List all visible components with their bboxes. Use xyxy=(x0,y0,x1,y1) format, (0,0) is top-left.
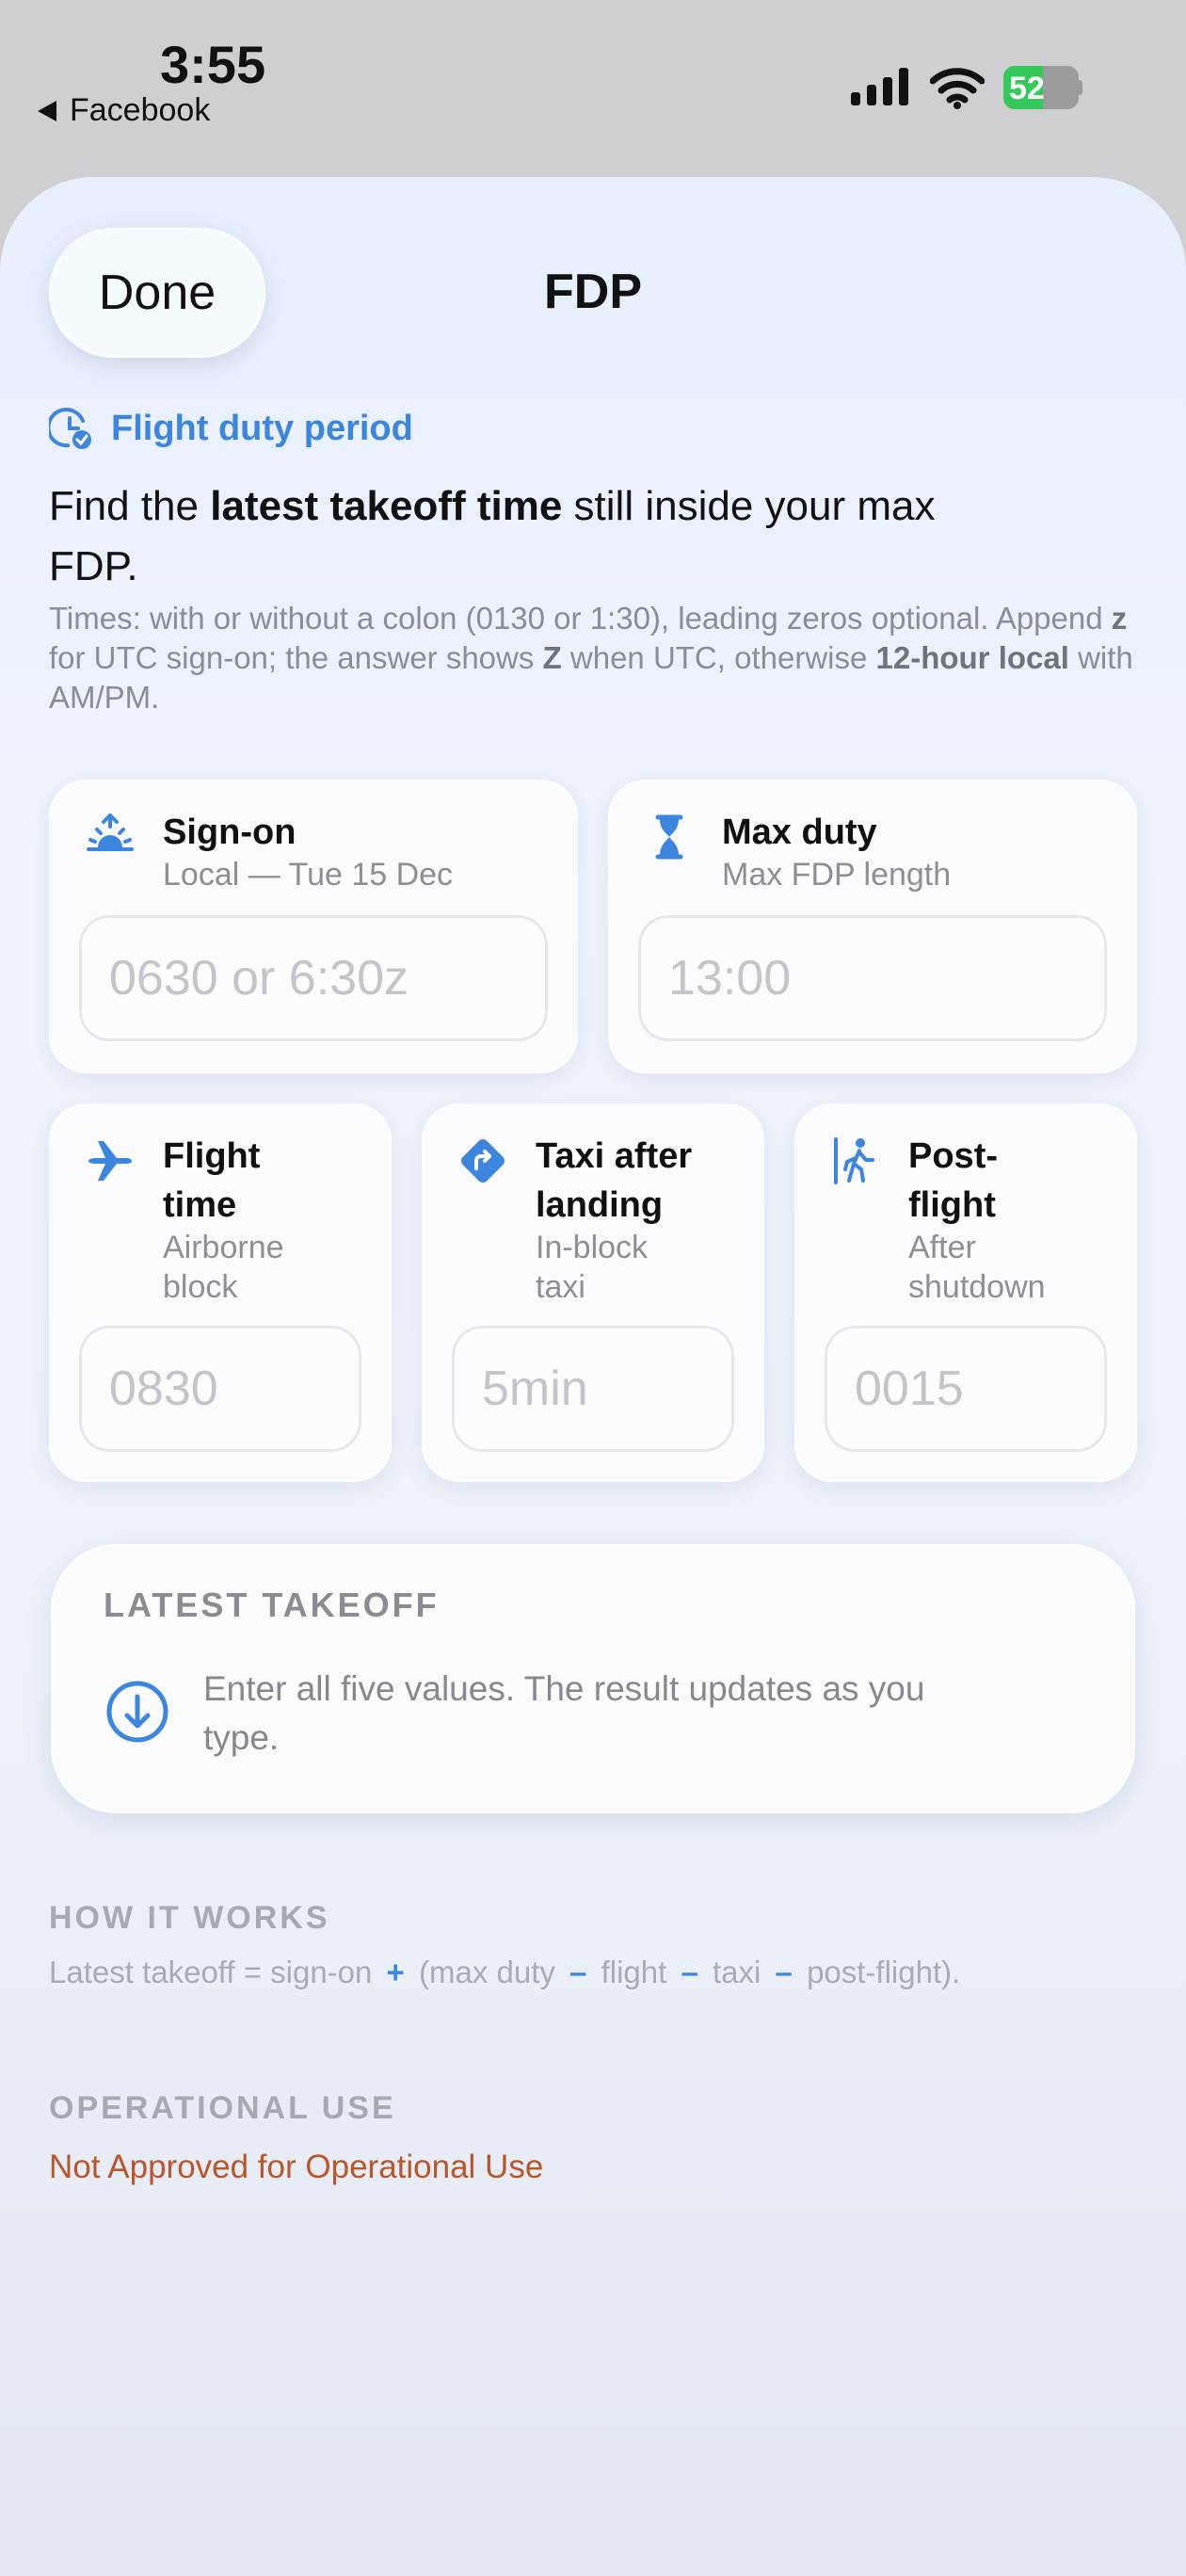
operational-use-label: OPERATIONAL USE xyxy=(49,2090,396,2126)
back-to-app-button[interactable]: Facebook xyxy=(38,92,210,129)
flight-time-input[interactable]: 0830 xyxy=(79,1326,361,1452)
latest-takeoff-result: LATEST TAKEOFF Enter all five values. Th… xyxy=(51,1544,1135,1813)
battery-icon: 52 xyxy=(1003,66,1082,109)
turn-sign-icon xyxy=(461,1139,505,1183)
post-flight-subtitle: After shutdown xyxy=(908,1230,1046,1305)
max-duty-input[interactable]: 13:00 xyxy=(638,915,1107,1041)
arrow-down-circle-icon xyxy=(106,1681,168,1743)
back-app-label: Facebook xyxy=(70,92,211,128)
sunrise-icon xyxy=(87,813,134,851)
flight-time-card: Flight time Airborne block 0830 xyxy=(49,1103,392,1482)
post-flight-card: Post-flight After shutdown 0015 xyxy=(794,1103,1137,1482)
flight-time-subtitle: Airborne block xyxy=(163,1230,284,1305)
back-triangle-icon xyxy=(38,100,56,121)
taxi-input[interactable]: 5min xyxy=(452,1326,734,1452)
fdp-sheet: Done FDP Flight duty period Find the lat… xyxy=(0,177,1186,2576)
cellular-signal-icon xyxy=(851,68,908,105)
clock-check-icon xyxy=(49,408,91,449)
flight-time-title: Flight time xyxy=(163,1136,261,1225)
airplane-icon xyxy=(88,1141,132,1181)
wifi-icon xyxy=(930,68,985,109)
post-flight-title: Post-flight xyxy=(908,1136,998,1225)
result-message: Enter all five values. The result update… xyxy=(203,1669,925,1757)
status-time: 3:55 xyxy=(160,35,266,94)
sign-on-title: Sign-on xyxy=(163,813,296,852)
how-it-works-label: HOW IT WORKS xyxy=(49,1900,330,1936)
result-label: LATEST TAKEOFF xyxy=(104,1586,440,1624)
sign-on-card: Sign-on Local — Tue 15 Dec 0630 or 6:30z xyxy=(49,780,578,1073)
sign-on-input[interactable]: 0630 or 6:30z xyxy=(79,915,548,1041)
section-tag: Flight duty period xyxy=(49,407,413,450)
format-hint: Times: with or without a colon (0130 or … xyxy=(49,601,1133,715)
status-bar: 3:55 Facebook 52 xyxy=(0,0,1186,179)
hourglass-icon xyxy=(655,814,683,860)
sheet-title: FDP xyxy=(544,265,642,319)
taxi-subtitle: In-block taxi xyxy=(536,1230,649,1305)
taxi-title: Taxi after landing xyxy=(536,1136,693,1225)
max-duty-title: Max duty xyxy=(722,813,877,852)
operational-use-warning: Not Approved for Operational Use xyxy=(49,2149,544,2185)
how-it-works-formula: Latest takeoff = sign-on + (max duty – f… xyxy=(49,1955,961,1989)
post-flight-input[interactable]: 0015 xyxy=(825,1326,1107,1452)
section-tag-label: Flight duty period xyxy=(111,408,413,448)
battery-percent: 52 xyxy=(1009,71,1045,106)
intro-text: Find the latest takeoff time still insid… xyxy=(49,483,936,589)
exit-walk-icon xyxy=(834,1137,874,1184)
taxi-card: Taxi after landing In-block taxi 5min xyxy=(422,1103,764,1482)
max-duty-card: Max duty Max FDP length 13:00 xyxy=(608,780,1137,1073)
max-duty-subtitle: Max FDP length xyxy=(722,857,952,893)
sign-on-subtitle: Local — Tue 15 Dec xyxy=(163,857,454,893)
